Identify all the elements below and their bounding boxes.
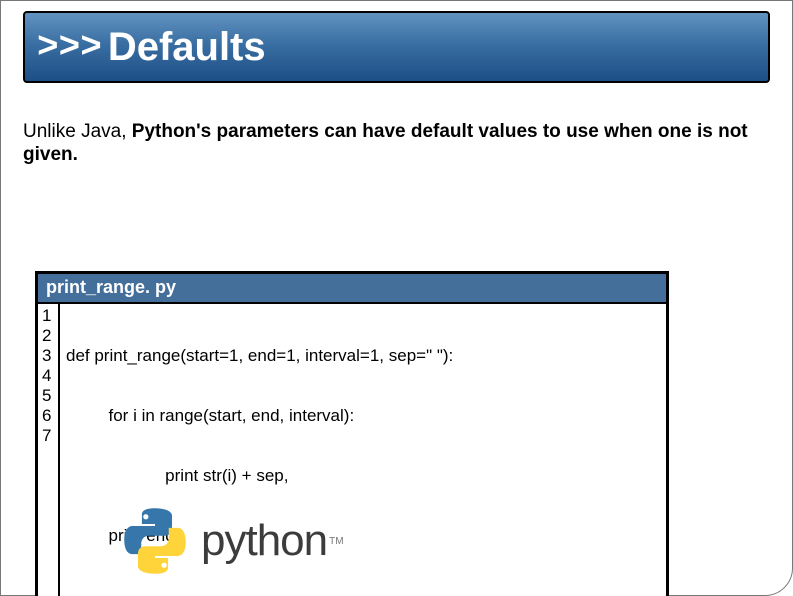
code-line: print str(i) + sep, [66,466,660,486]
intro-bold: Python's parameters can have default val… [23,121,748,165]
line-number: 6 [42,406,54,426]
line-number: 7 [42,426,54,446]
line-number: 5 [42,386,54,406]
python-logo: python TM [119,505,344,577]
code-line: def print_range(start=1, end=1, interval… [66,346,660,366]
code-gutter: 1 2 3 4 5 6 7 [38,304,60,596]
line-number: 4 [42,366,54,386]
code-line: for i in range(start, end, interval): [66,406,660,426]
line-number: 1 [42,306,54,326]
python-logo-text: python [201,516,327,566]
line-number: 3 [42,346,54,366]
line-number: 2 [42,326,54,346]
code-line [66,586,660,596]
code-filename: print_range. py [38,274,666,302]
python-logo-icon [119,505,191,577]
python-logo-tm: TM [329,536,343,547]
slide: >>> Defaults Unlike Java, Python's param… [0,0,793,596]
title-prompt: >>> [37,27,102,68]
title-text: Defaults [108,25,266,70]
intro-lead: Unlike Java, [23,121,132,142]
title-bar: >>> Defaults [23,11,770,83]
intro-text: Unlike Java, Python's parameters can hav… [23,121,752,167]
